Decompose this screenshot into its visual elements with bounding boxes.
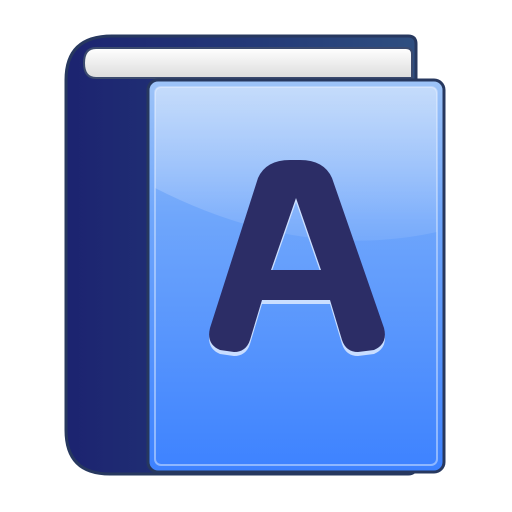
book-pages [82, 47, 413, 79]
dictionary-book-icon [64, 34, 446, 476]
icon-canvas [0, 0, 512, 512]
